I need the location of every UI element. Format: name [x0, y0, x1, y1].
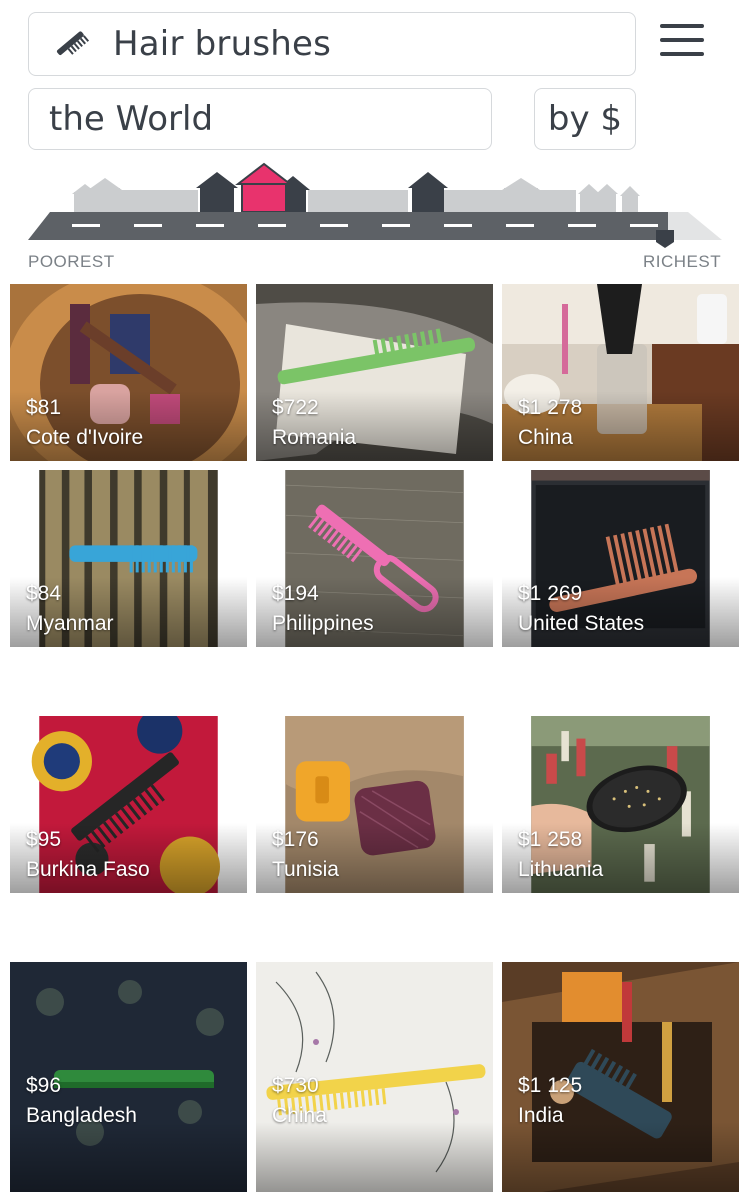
home-tile[interactable]: $95 Burkina Faso — [10, 716, 247, 893]
home-tile[interactable]: $1 125 India — [502, 962, 739, 1192]
hamburger-menu-icon[interactable] — [660, 24, 704, 64]
home-income: $1 278 — [518, 396, 583, 419]
photo-shade — [10, 1122, 247, 1192]
home-country: Lithuania — [518, 858, 604, 881]
home-tile[interactable]: $1 278 China — [502, 284, 739, 461]
home-country: Burkina Faso — [26, 858, 150, 881]
street-poorest-label: POOREST — [28, 252, 115, 271]
home-income: $95 — [26, 828, 62, 851]
place-selector[interactable]: the World — [28, 88, 492, 150]
sort-selector[interactable]: by $ — [534, 88, 636, 150]
sort-label: by $ — [547, 99, 623, 139]
home-income: $1 258 — [518, 828, 583, 851]
home-tile[interactable]: $81 Cote d'Ivoire — [10, 284, 247, 461]
menu-line — [660, 52, 704, 56]
home-country: Myanmar — [26, 612, 114, 635]
photo-shade — [256, 1122, 493, 1192]
home-tile[interactable]: $730 China — [256, 962, 493, 1192]
home-income: $176 — [272, 828, 319, 851]
home-income: $1 125 — [518, 1074, 583, 1097]
photo-shade — [502, 1122, 739, 1192]
income-slider-handle[interactable] — [656, 230, 674, 248]
home-income: $84 — [26, 582, 62, 605]
home-country: China — [518, 426, 573, 449]
home-tile[interactable]: $722 Romania — [256, 284, 493, 461]
home-income: $730 — [272, 1074, 319, 1097]
home-country: India — [518, 1104, 564, 1127]
topic-label: Hair brushes — [113, 24, 332, 64]
home-income: $1 269 — [518, 582, 583, 605]
comb-icon — [51, 24, 91, 64]
home-income: $194 — [272, 582, 319, 605]
home-country: China — [272, 1104, 327, 1127]
home-tile[interactable]: $1 258 Lithuania — [502, 716, 739, 893]
home-tile[interactable]: $96 Bangladesh — [10, 962, 247, 1192]
home-country: Bangladesh — [26, 1104, 137, 1127]
income-street[interactable] — [28, 160, 722, 250]
home-tile[interactable]: $84 Myanmar — [10, 470, 247, 647]
topic-selector[interactable]: Hair brushes — [28, 12, 636, 76]
menu-line — [660, 38, 704, 42]
home-income: $96 — [26, 1074, 62, 1097]
street-richest-label: RICHEST — [643, 252, 722, 271]
place-label: the World — [49, 99, 214, 139]
street-road-faded — [668, 212, 722, 240]
home-income: $81 — [26, 396, 62, 419]
menu-line — [660, 24, 704, 28]
home-tile[interactable]: $1 269 United States — [502, 470, 739, 647]
home-country: Cote d'Ivoire — [26, 426, 144, 449]
home-country: United States — [518, 612, 645, 635]
home-tile[interactable]: $194 Philippines — [256, 470, 493, 647]
home-income: $722 — [272, 396, 319, 419]
street-houses-background — [72, 178, 640, 212]
home-country: Philippines — [272, 612, 374, 635]
home-country: Romania — [272, 426, 357, 449]
home-tile[interactable]: $176 Tunisia — [256, 716, 493, 893]
selected-house-icon[interactable] — [235, 162, 293, 213]
home-country: Tunisia — [272, 858, 339, 881]
